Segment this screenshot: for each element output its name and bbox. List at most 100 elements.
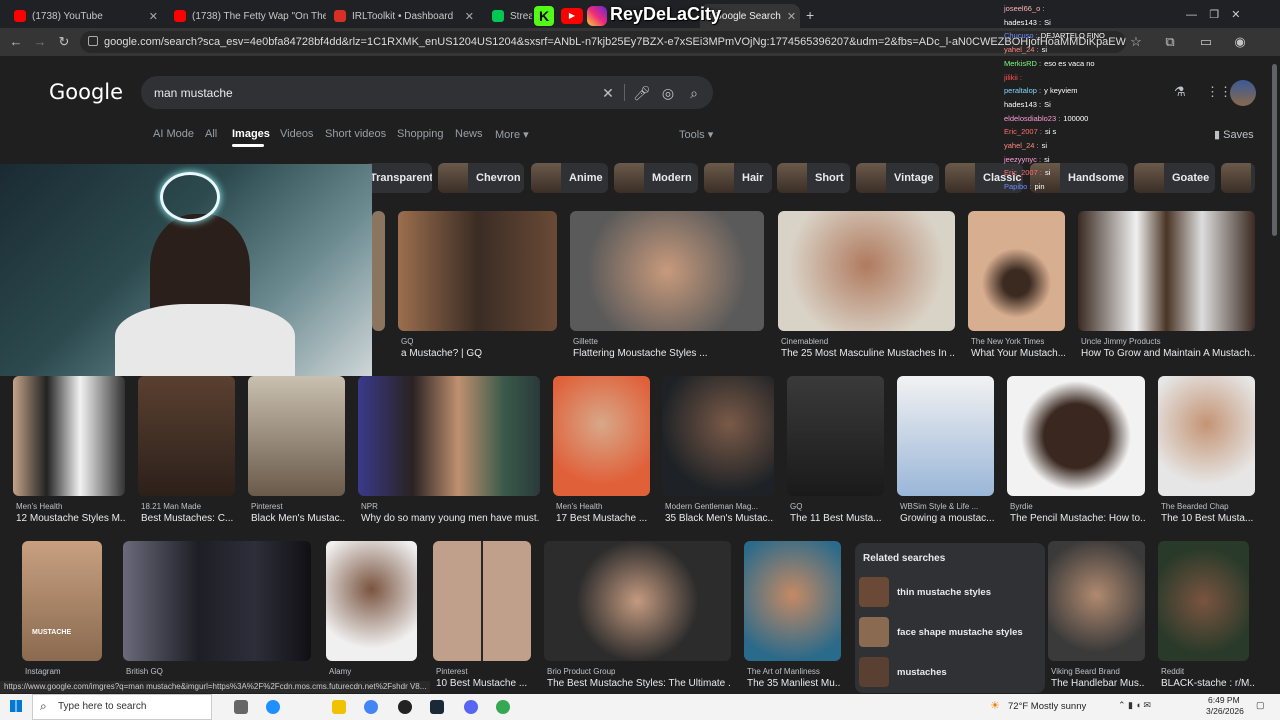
clear-icon[interactable]: ✕ (600, 85, 616, 102)
chrome-icon[interactable] (496, 700, 510, 714)
chip-anime[interactable]: Anime (531, 163, 608, 193)
image-caption[interactable]: a Mustache? | GQ (401, 348, 557, 359)
tab-short-videos[interactable]: Short videos (325, 128, 386, 140)
image-result[interactable] (326, 541, 417, 661)
bookmark-star-icon[interactable]: ☆ (1128, 34, 1144, 50)
image-caption[interactable]: What Your Mustach... (971, 348, 1065, 359)
clock-date[interactable]: 3/26/2026 (1206, 706, 1244, 716)
chip-modern[interactable]: Modern (614, 163, 698, 193)
search-input[interactable]: man mustache (154, 86, 233, 100)
image-caption[interactable]: The 25 Most Masculine Mustaches In ... (781, 348, 955, 359)
image-result[interactable] (372, 211, 385, 331)
image-result[interactable] (544, 541, 731, 661)
address-bar[interactable]: google.com/search?sca_esv=4e0bfa84728bf4… (80, 31, 1126, 53)
saves-button[interactable]: ▮ Saves (1214, 128, 1254, 141)
image-result[interactable] (968, 211, 1065, 331)
tab-shopping[interactable]: Shopping (397, 128, 444, 140)
image-result[interactable] (13, 376, 125, 496)
search-icon[interactable]: ⌕ (686, 85, 702, 102)
image-caption[interactable]: The 10 Best Musta... (1161, 513, 1255, 524)
image-result[interactable] (744, 541, 841, 661)
tab-ai-mode[interactable]: AI Mode (153, 128, 194, 140)
image-result[interactable] (897, 376, 994, 496)
close-icon[interactable]: ✕ (149, 10, 158, 23)
edge-icon[interactable] (266, 700, 280, 714)
chrome-icon[interactable] (364, 700, 378, 714)
reload-icon[interactable]: ↻ (56, 34, 72, 50)
image-result[interactable] (1048, 541, 1145, 661)
related-item[interactable]: mustaches (897, 667, 947, 678)
scrollbar-thumb[interactable] (1272, 64, 1277, 236)
image-caption[interactable]: 35 Black Men's Mustac... (665, 513, 774, 524)
image-caption[interactable]: Why do so many young men have must... (361, 513, 540, 524)
back-icon[interactable]: ← (8, 34, 24, 50)
profile-icon[interactable]: ◉ (1232, 34, 1248, 50)
clock-time[interactable]: 6:49 PM (1208, 695, 1240, 705)
related-item[interactable]: thin mustache styles (897, 587, 991, 598)
image-result[interactable]: MUSTACHE (22, 541, 102, 661)
related-item[interactable]: face shape mustache styles (897, 627, 1023, 638)
image-caption[interactable]: The Pencil Mustache: How to... (1010, 513, 1145, 524)
file-explorer-icon[interactable] (332, 700, 346, 714)
image-result[interactable] (248, 376, 345, 496)
image-result[interactable] (787, 376, 884, 496)
forward-icon[interactable]: → (32, 34, 48, 50)
image-result[interactable] (138, 376, 235, 496)
image-caption[interactable]: BLACK-stache : r/M... (1161, 678, 1255, 689)
image-result[interactable] (1078, 211, 1255, 331)
window-controls[interactable]: — ❐ ✕ (1186, 8, 1241, 21)
image-result[interactable] (398, 211, 557, 331)
image-result[interactable] (433, 541, 531, 661)
tab-stream[interactable]: Stream (484, 4, 532, 28)
close-icon[interactable]: ✕ (465, 10, 474, 23)
tab-youtube[interactable]: (1738) YouTube ✕ (6, 4, 166, 28)
image-result[interactable] (553, 376, 650, 496)
weather-text[interactable]: 72°F Mostly sunny (1008, 701, 1086, 712)
task-view-icon[interactable] (234, 700, 248, 714)
image-result[interactable] (570, 211, 764, 331)
chip-goatee[interactable]: Goatee (1134, 163, 1215, 193)
image-caption[interactable]: 17 Best Mustache ... (556, 513, 650, 524)
chip-more[interactable] (1221, 163, 1255, 193)
obs-icon[interactable] (398, 700, 412, 714)
tab-irltoolkit[interactable]: IRLToolkit • Dashboard ✕ (326, 4, 482, 28)
image-caption[interactable]: How To Grow and Maintain A Mustach... (1081, 348, 1255, 359)
chip-hair[interactable]: Hair (704, 163, 772, 193)
chip-short[interactable]: Short (777, 163, 850, 193)
image-result[interactable] (1158, 376, 1255, 496)
notification-icon[interactable]: ▢ (1256, 700, 1265, 711)
chip-vintage[interactable]: Vintage (856, 163, 939, 193)
close-icon[interactable]: ✕ (787, 10, 796, 23)
image-result[interactable] (1007, 376, 1145, 496)
image-caption[interactable]: The 35 Manliest Mu... (747, 678, 841, 689)
tab-videos[interactable]: Videos (280, 128, 313, 140)
chip-transparent[interactable]: Transparent (364, 163, 432, 193)
chip-chevron[interactable]: Chevron (438, 163, 524, 193)
image-caption[interactable]: The Handlebar Mus... (1051, 678, 1145, 689)
image-result[interactable] (662, 376, 774, 496)
image-caption[interactable]: 10 Best Mustache ... (436, 678, 531, 689)
site-info-icon[interactable] (88, 36, 98, 46)
tab-news[interactable]: News (455, 128, 483, 140)
image-caption[interactable]: Best Mustaches: C... (141, 513, 235, 524)
tab-images[interactable]: Images (232, 128, 270, 140)
avatar[interactable] (1230, 80, 1256, 106)
tools-button[interactable]: Tools ▾ (679, 128, 713, 141)
cast-icon[interactable]: ▭ (1198, 34, 1214, 50)
google-logo[interactable]: Google (49, 80, 123, 104)
image-caption[interactable]: The Best Mustache Styles: The Ultimate .… (547, 678, 731, 689)
windows-start-icon[interactable] (10, 700, 22, 712)
labs-flask-icon[interactable]: ⚗ (1174, 84, 1186, 100)
image-result[interactable] (358, 376, 540, 496)
tray-icons[interactable]: ⌃ ▮ ◖ ✉ (1118, 700, 1151, 711)
image-result[interactable] (123, 541, 311, 661)
new-tab-icon[interactable]: + (806, 7, 814, 23)
image-caption[interactable]: Black Men's Mustac... (251, 513, 345, 524)
image-caption[interactable]: The 11 Best Musta... (790, 513, 884, 524)
camera-lens-icon[interactable]: ◎ (660, 85, 676, 102)
microphone-icon[interactable]: 🎤︎ (633, 85, 651, 102)
extensions-icon[interactable]: ⧉ (1162, 34, 1178, 50)
image-caption[interactable]: 12 Moustache Styles M... (16, 513, 126, 524)
image-caption[interactable]: Flattering Moustache Styles ... (573, 348, 764, 359)
tab-youtube-fetty[interactable]: (1738) The Fetty Wap "On The✕ (166, 4, 326, 28)
